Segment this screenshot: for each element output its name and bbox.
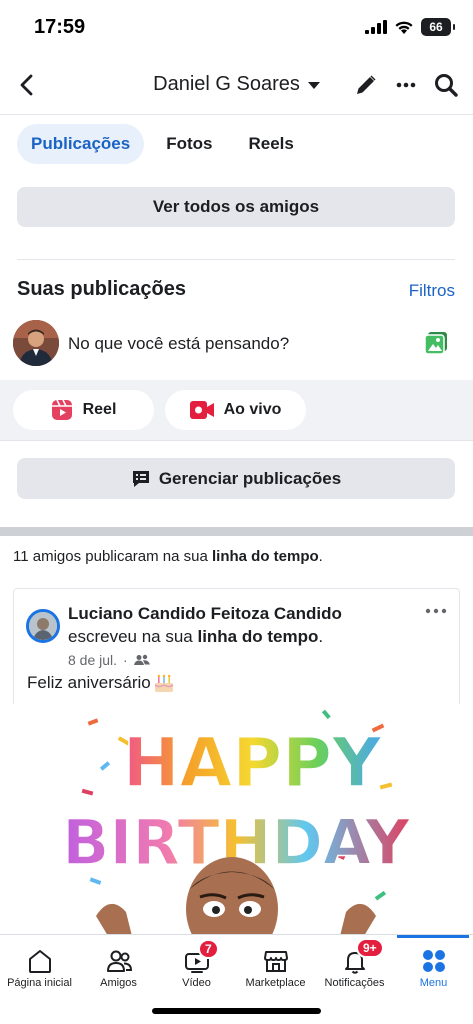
status-bar: 17:59 66 — [0, 0, 473, 56]
tab-notifications[interactable]: Notificações 9+ — [315, 935, 394, 989]
home-icon — [28, 950, 51, 973]
posts-section-title: Suas publicações — [17, 278, 186, 300]
battery-indicator: 66 — [421, 18, 455, 36]
avatar[interactable] — [13, 320, 59, 366]
menu-icon — [422, 950, 445, 972]
post-meta: 8 de jul. · — [68, 652, 150, 668]
live-button[interactable]: Ao vivo — [165, 390, 306, 430]
home-indicator[interactable] — [152, 1008, 321, 1014]
manage-posts-label: Gerenciar publicações — [158, 468, 342, 488]
tab-friends-label: Amigos — [100, 977, 137, 989]
live-label: Ao vivo — [223, 401, 282, 418]
wifi-icon — [395, 21, 413, 34]
tab-home-label: Página inicial — [7, 977, 72, 989]
happy-text: HAPPY — [123, 724, 382, 803]
pencil-icon — [357, 75, 376, 94]
tab-notifications-label: Notificações — [324, 977, 385, 989]
see-all-friends-label: Ver todos os amigos — [152, 197, 320, 216]
tab-menu-label: Menu — [419, 977, 448, 989]
post-author[interactable]: Luciano Candido Feitoza Candido — [68, 604, 342, 624]
author-avatar-image — [29, 612, 57, 640]
birthday-image[interactable]: HAPPY BIRTHDAY — [0, 704, 473, 936]
profile-name: Daniel G Soares — [153, 73, 300, 95]
see-all-friends-button[interactable]: Ver todos os amigos — [17, 187, 455, 227]
birthday-illustration: HAPPY BIRTHDAY — [61, 709, 412, 936]
post-body: Feliz aniversário — [27, 673, 175, 693]
status-time: 17:59 — [34, 16, 86, 38]
chevron-left-icon — [20, 74, 33, 96]
reel-button[interactable]: Reel — [13, 390, 154, 430]
friends-icon — [106, 950, 132, 972]
post-text: Feliz aniversário — [27, 673, 151, 692]
reel-label: Reel — [82, 401, 117, 418]
friends-audience-icon — [133, 654, 150, 665]
birthday-cake-icon — [154, 674, 174, 692]
composer-placeholder: No que você está pensando? — [68, 334, 290, 353]
edit-button[interactable] — [353, 72, 379, 98]
timeline-prefix: 11 amigos publicaram na sua — [13, 548, 212, 565]
post-action-link[interactable]: linha do tempo — [197, 627, 318, 646]
tab-publicacoes[interactable]: Publicações — [17, 124, 145, 164]
tab-marketplace[interactable]: Marketplace — [236, 935, 315, 989]
reel-icon — [51, 399, 72, 420]
top-nav: Daniel G Soares — [0, 60, 473, 110]
tab-marketplace-label: Marketplace — [245, 977, 306, 989]
filters-link[interactable]: Filtros — [409, 281, 455, 301]
nav-divider — [0, 114, 473, 115]
post-action-suffix: . — [318, 627, 324, 646]
more-horizontal-icon — [396, 82, 416, 88]
section-separator — [0, 527, 473, 536]
marketplace-icon — [263, 951, 288, 972]
status-icons: 66 — [365, 18, 455, 36]
search-icon — [435, 74, 458, 97]
signal-icon — [365, 20, 387, 34]
tab-menu[interactable]: Menu — [394, 935, 473, 989]
tab-video-label: Vídeo — [182, 977, 211, 989]
photo-button[interactable] — [423, 330, 449, 361]
post-action-prefix: escreveu na sua — [68, 627, 198, 646]
manage-posts-button[interactable]: Gerenciar publicações — [17, 458, 455, 499]
caret-down-icon — [307, 82, 320, 89]
post-action: escreveu na sua linha do tempo. — [68, 627, 323, 647]
live-video-icon — [189, 401, 214, 419]
notifications-badge: 9+ — [356, 938, 384, 958]
tab-friends[interactable]: Amigos — [79, 935, 158, 989]
profile-tabs: Publicações Fotos Reels — [17, 124, 308, 164]
tab-home[interactable]: Página inicial — [0, 935, 79, 989]
avatar-image — [13, 320, 59, 366]
post-date[interactable]: 8 de jul. — [68, 652, 117, 668]
author-avatar[interactable] — [26, 609, 60, 643]
manage-posts-icon — [132, 470, 149, 487]
back-button[interactable] — [14, 72, 40, 98]
post-card: Luciano Candido Feitoza Candido escreveu… — [13, 588, 460, 708]
profile-switcher[interactable]: Daniel G Soares — [153, 73, 320, 96]
section-divider — [17, 259, 455, 260]
band-divider — [0, 440, 473, 441]
nav-actions — [353, 72, 459, 98]
tab-video[interactable]: Vídeo 7 — [157, 935, 236, 989]
video-badge: 7 — [198, 939, 219, 959]
more-horizontal-icon — [425, 608, 447, 614]
post-composer[interactable]: No que você está pensando? — [0, 318, 473, 380]
tab-reels[interactable]: Reels — [235, 124, 308, 164]
tab-fotos[interactable]: Fotos — [152, 124, 226, 164]
more-button[interactable] — [393, 72, 419, 98]
timeline-link[interactable]: linha do tempo — [212, 548, 319, 565]
meta-separator: · — [123, 652, 128, 668]
timeline-summary: 11 amigos publicaram na sua linha do tem… — [13, 548, 323, 565]
timeline-suffix: . — [318, 548, 323, 565]
photo-icon — [424, 332, 447, 355]
post-more-button[interactable] — [425, 603, 447, 621]
search-button[interactable] — [433, 72, 459, 98]
